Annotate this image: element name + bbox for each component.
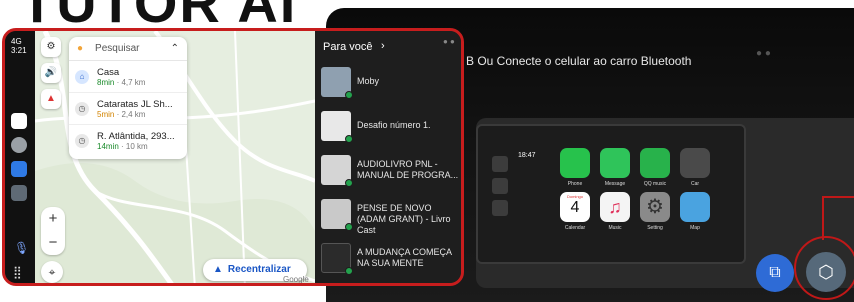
chevron-right-icon[interactable]: › — [381, 40, 385, 52]
destination-text: R. Atlântida, 293... 14min · 10 km — [97, 131, 175, 151]
destination-distance: · 4,7 km — [116, 77, 146, 87]
destination-text: Casa 8min · 4,7 km — [97, 67, 145, 87]
chevron-up-icon[interactable]: ⌃ — [171, 43, 179, 54]
map-attribution: Google — [283, 275, 309, 283]
settings-gear-icon: ⚙ — [640, 192, 670, 222]
page-indicator-icon: ● ● — [443, 37, 455, 46]
destination-name: Casa — [97, 66, 120, 78]
media-title: Desafio número 1. — [357, 120, 431, 130]
phone-app-icon — [560, 148, 590, 178]
settings-gear-icon[interactable]: ⚙ — [41, 37, 61, 57]
destination-name: Cataratas JL Sh... — [97, 98, 173, 110]
media-panel: Para você › ● ● Moby Desafio número 1. A… — [315, 31, 461, 283]
destination-meta: 14min · 10 km — [97, 142, 175, 151]
compass-icon[interactable]: ▲ — [41, 89, 61, 109]
microphone-icon[interactable]: 🎙 — [14, 241, 29, 255]
carplay-screen: 18:47 Phone Message QQ music Car Domingo… — [476, 124, 746, 264]
media-item[interactable]: A MUDANÇA COMEÇA NA SUA MENTE — [321, 241, 461, 283]
home-icon: ⌂ — [75, 69, 89, 84]
carplay-time: 18:47 — [518, 152, 536, 159]
media-title: A MUDANÇA COMEÇA NA SUA MENTE — [357, 247, 452, 268]
destination-eta: 5min — [97, 109, 115, 119]
downloaded-icon — [345, 179, 353, 187]
search-label: Pesquisar — [95, 43, 140, 54]
media-item[interactable]: AUDIOLIVRO PNL - MANUAL DE PROGRA... — [321, 153, 461, 195]
page-dots-icon: ● ● — [756, 48, 771, 59]
history-icon: ◷ — [75, 101, 89, 116]
map-view[interactable]: ⚙ 🔊 ▲ ● Pesquisar ⌃ ⌂ Casa 8min · 4,7 km — [35, 31, 315, 283]
maps-app-icon[interactable] — [11, 113, 27, 129]
clock: 3:21 — [11, 46, 27, 55]
app-rail: 4G 3:21 🎙 ⣿ — [5, 31, 35, 283]
android-auto-screen: 4G 3:21 🎙 ⣿ ⚙ 🔊 ▲ ● Pesquisar ⌃ ⌂ Casa 8… — [2, 28, 464, 286]
phone-app-icon[interactable] — [11, 161, 27, 177]
recenter-label: Recentralizar — [227, 264, 291, 275]
car-app-icon — [680, 148, 710, 178]
zoom-control: + − — [41, 207, 65, 255]
destination-distance: · 2,4 km — [116, 109, 146, 119]
carplay-app-label: Setting — [647, 225, 663, 231]
destination-meta: 8min · 4,7 km — [97, 78, 145, 87]
settings-app-icon[interactable] — [11, 185, 27, 201]
destination-row[interactable]: ◷ R. Atlântida, 293... 14min · 10 km — [69, 125, 187, 157]
search-bar[interactable]: ● Pesquisar ⌃ — [69, 37, 187, 61]
destination-row[interactable]: ⌂ Casa 8min · 4,7 km — [69, 61, 187, 93]
message-app-icon — [600, 148, 630, 178]
volume-icon[interactable]: 🔊 — [41, 63, 61, 83]
media-item[interactable]: PENSE DE NOVO (ADAM GRANT) - Livro Cast — [321, 197, 461, 239]
carplay-app-label: Message — [604, 181, 626, 187]
destination-name: R. Atlântida, 293... — [97, 131, 175, 142]
carplay-side-icons — [492, 156, 512, 222]
media-item[interactable]: Desafio número 1. — [321, 109, 461, 151]
destination-card: ● Pesquisar ⌃ ⌂ Casa 8min · 4,7 km ◷ Cat… — [69, 37, 187, 159]
signal-status: 4G — [11, 37, 22, 46]
carplay-app-label: Music — [608, 225, 622, 231]
destination-row[interactable]: ◷ Cataratas JL Sh... 5min · 2,4 km — [69, 93, 187, 125]
qq-music-app-icon — [640, 148, 670, 178]
destination-text: Cataratas JL Sh... 5min · 2,4 km — [97, 99, 173, 119]
music-note-icon: ♫ — [600, 192, 630, 222]
carplay-app-label: QQ music — [643, 181, 667, 187]
carplay-app-label: Map — [690, 225, 700, 231]
status-bar: 4G 3:21 — [11, 37, 27, 55]
destination-meta: 5min · 2,4 km — [97, 110, 173, 119]
location-pin-icon: ● — [77, 43, 84, 54]
downloaded-icon — [345, 91, 353, 99]
carplay-side-app-icon — [492, 200, 508, 216]
carplay-app-label: Car — [690, 181, 700, 187]
callout-line — [822, 196, 824, 240]
navigation-arrow-icon: ▲ — [213, 264, 223, 275]
carplay-side-app-icon — [492, 178, 508, 194]
map-app-icon — [680, 192, 710, 222]
screen: TUTOR AI B Ou Conecte o celular ao carro… — [0, 0, 854, 302]
destination-eta: 8min — [97, 77, 115, 87]
carplay-app-label: Phone — [567, 181, 583, 187]
carplay-side-app-icon — [492, 156, 508, 172]
downloaded-icon — [345, 223, 353, 231]
media-title: Moby — [357, 76, 380, 86]
zoom-out-button[interactable]: − — [41, 231, 65, 255]
calendar-day-number: 4 — [570, 199, 580, 216]
media-title: AUDIOLIVRO PNL - MANUAL DE PROGRA... — [357, 159, 459, 180]
callout-line — [822, 196, 854, 198]
carplay-app-label: Calendar — [564, 225, 586, 231]
app-grid-icon[interactable]: ⣿ — [13, 265, 22, 279]
calendar-app-icon: Domingo 4 — [560, 192, 590, 222]
downloaded-icon — [345, 135, 353, 143]
assistant-icon[interactable] — [11, 137, 27, 153]
hexagon-home-icon[interactable]: ⬡ — [806, 252, 846, 292]
zoom-in-button[interactable]: + — [41, 207, 65, 231]
cast-icon[interactable]: ⧉ — [756, 254, 794, 292]
media-item[interactable]: Moby — [321, 65, 461, 107]
history-icon: ◷ — [75, 134, 89, 148]
my-location-icon[interactable]: ⌖ — [41, 261, 63, 283]
photo-caption: B Ou Conecte o celular ao carro Bluetoot… — [466, 54, 692, 68]
destination-distance: · 10 km — [121, 142, 148, 151]
downloaded-icon — [345, 267, 353, 275]
media-title: PENSE DE NOVO (ADAM GRANT) - Livro Cast — [357, 203, 451, 235]
media-header[interactable]: Para você — [323, 41, 373, 53]
destination-eta: 14min — [97, 142, 119, 151]
